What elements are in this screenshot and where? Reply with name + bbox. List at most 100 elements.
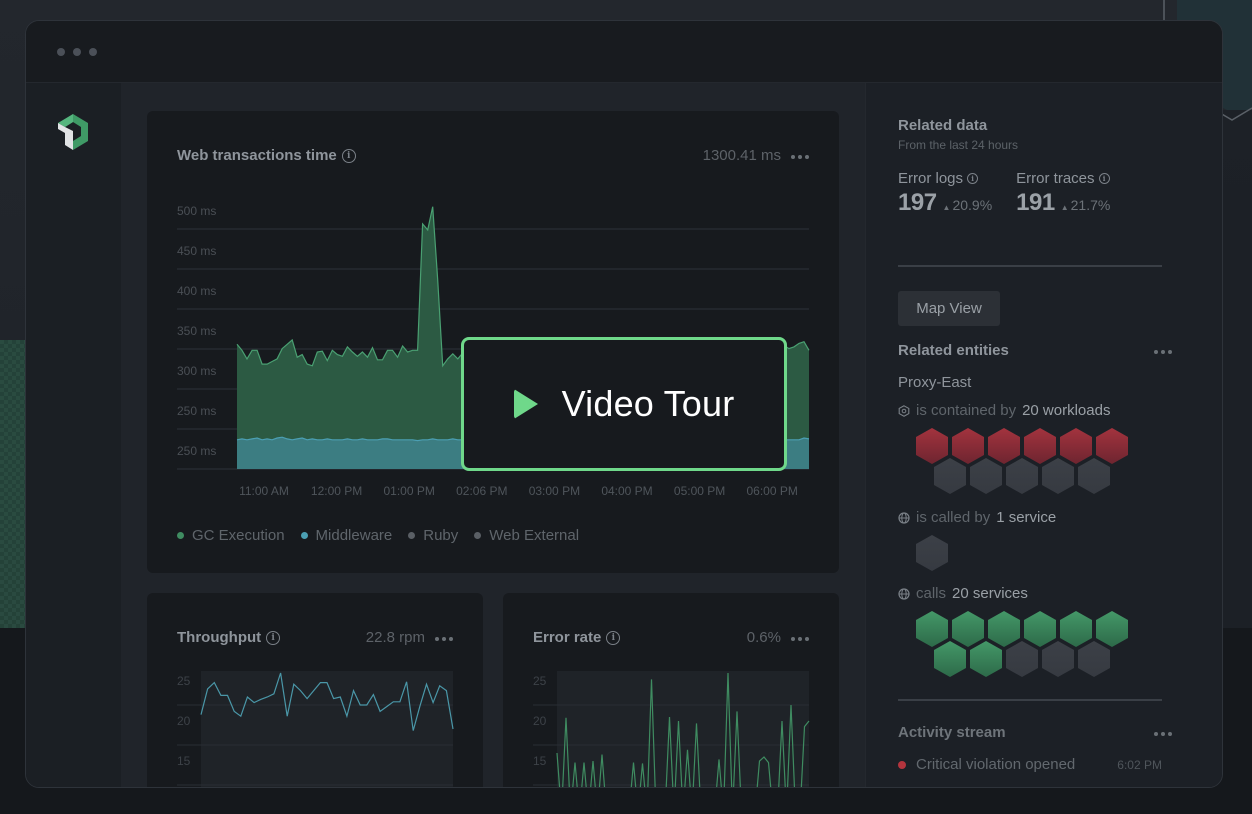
entity-hex-neutral[interactable] <box>1078 458 1110 494</box>
plot-background <box>201 671 453 787</box>
x-tick-label: 02:06 PM <box>456 484 507 498</box>
entity-hex-neutral[interactable] <box>970 458 1002 494</box>
related-entities-section: Related entities <box>898 342 1162 359</box>
globe-icon <box>898 511 910 524</box>
y-tick-label: 25 <box>533 674 547 688</box>
entity-hex-healthy[interactable] <box>970 641 1002 677</box>
activity-item[interactable]: Critical violation opened 6:02 PM Order-… <box>898 756 1162 787</box>
entity-hex-critical[interactable] <box>1060 428 1092 464</box>
relation-count[interactable]: 1 service <box>996 509 1056 526</box>
x-tick-label: 05:00 PM <box>674 484 725 498</box>
globe-icon <box>898 587 910 600</box>
y-tick-label: 15 <box>533 754 547 768</box>
y-tick-label: 400 ms <box>177 284 216 298</box>
relation-label: is called by <box>916 509 991 526</box>
entity-hex-neutral[interactable] <box>934 458 966 494</box>
activity-stream-section: Activity stream <box>898 724 1162 741</box>
plot-background <box>557 671 809 787</box>
entity-relation-0[interactable]: is contained by 20 workloads <box>898 402 1162 419</box>
divider <box>898 699 1162 701</box>
entity-hex-healthy[interactable] <box>1096 611 1128 647</box>
related-data-subtitle: From the last 24 hours <box>898 138 1019 152</box>
entity-hex-neutral[interactable] <box>1006 641 1038 677</box>
entity-hex-critical[interactable] <box>988 428 1020 464</box>
entity-name[interactable]: Proxy-East <box>898 374 1162 391</box>
window-controls[interactable] <box>57 48 97 56</box>
divider <box>898 265 1162 267</box>
related-entities-title: Related entities <box>898 342 1009 359</box>
throughput-card: Throughput i 22.8 rpm 25 20 15 <box>147 593 483 787</box>
legend-item-web-external[interactable]: Web External <box>474 527 579 544</box>
legend-dot-icon <box>474 532 482 539</box>
entity-relation-1[interactable]: is called by 1 service <box>898 509 1162 526</box>
x-tick-label: 11:00 AM <box>239 484 289 498</box>
y-tick-label: 500 ms <box>177 204 216 218</box>
metrics-row: Error logs i 197 ▲ 20.9% Error traces i 191 ▲… <box>898 170 1162 217</box>
entity-hex-healthy[interactable] <box>934 641 966 677</box>
legend-label: GC Execution <box>192 527 285 544</box>
x-tick-label: 04:00 PM <box>601 484 652 498</box>
entity-hex-healthy[interactable] <box>1060 611 1092 647</box>
logo-icon[interactable] <box>56 113 90 151</box>
metric-change: 21.7% <box>1070 197 1111 213</box>
entity-hex-neutral[interactable] <box>916 535 948 571</box>
metric-label: Error logs <box>898 170 964 187</box>
map-view-button[interactable]: Map View <box>898 291 1000 326</box>
metric-error-logs[interactable]: Error logs i 197 ▲ 20.9% <box>898 170 992 217</box>
video-tour-button[interactable]: Video Tour <box>461 337 787 471</box>
relation-label: calls <box>916 585 947 602</box>
ellipsis-icon[interactable] <box>1154 350 1172 354</box>
y-tick-label: 350 ms <box>177 324 216 338</box>
related-data-section: Related data From the last 24 hours Erro… <box>898 117 1162 217</box>
legend-item-gc-execution[interactable]: GC Execution <box>177 527 285 544</box>
entity-hex-critical[interactable] <box>952 428 984 464</box>
entity-hex-neutral[interactable] <box>1042 641 1074 677</box>
video-tour-label: Video Tour <box>561 383 735 424</box>
hex-grid <box>916 428 1128 494</box>
entity-hex-healthy[interactable] <box>1024 611 1056 647</box>
background-pattern-right <box>1222 110 1252 628</box>
critical-status-icon <box>898 760 906 769</box>
sidebar <box>26 83 121 787</box>
entity-hex-critical[interactable] <box>916 428 948 464</box>
entity-hex-neutral[interactable] <box>1006 458 1038 494</box>
entity-hex-neutral[interactable] <box>1042 458 1074 494</box>
arrow-up-icon: ▲ <box>942 203 951 212</box>
info-icon[interactable]: i <box>1098 173 1110 184</box>
y-tick-label: 25 <box>177 674 191 688</box>
entity-hex-critical[interactable] <box>1024 428 1056 464</box>
y-tick-label: 20 <box>533 714 547 728</box>
entity-hex-healthy[interactable] <box>952 611 984 647</box>
legend-dot-icon <box>300 532 308 539</box>
legend-dot-icon <box>177 532 184 539</box>
entity-hex-healthy[interactable] <box>988 611 1020 647</box>
info-icon[interactable]: i <box>967 173 979 184</box>
legend-item-ruby[interactable]: Ruby <box>408 527 458 544</box>
y-tick-label: 15 <box>177 754 191 768</box>
y-tick-label: 20 <box>177 714 191 728</box>
metric-value: 191 <box>1016 189 1055 216</box>
legend-label: Web External <box>489 527 580 544</box>
related-data-title: Related data <box>898 117 988 134</box>
relation-label: is contained by <box>916 402 1017 419</box>
metric-error-traces[interactable]: Error traces i 191 ▲ 21.7% <box>1016 170 1110 217</box>
y-tick-label: 450 ms <box>177 244 216 258</box>
legend-dot-icon <box>408 532 416 539</box>
legend-item-middleware[interactable]: Middleware <box>300 527 392 544</box>
entity-hex-critical[interactable] <box>1096 428 1128 464</box>
y-tick-label: 300 ms <box>177 364 216 378</box>
entity-relation-2[interactable]: calls 20 services <box>898 585 1162 602</box>
activity-entity[interactable]: Order-Composer <box>918 785 1162 787</box>
ellipsis-icon[interactable] <box>1154 732 1172 736</box>
metric-value: 197 <box>898 189 937 216</box>
x-tick-label: 01:00 PM <box>384 484 435 498</box>
play-icon <box>513 389 538 419</box>
x-tick-label: 03:00 PM <box>529 484 580 498</box>
x-tick-label: 12:00 PM <box>311 484 362 498</box>
related-panel: Related data From the last 24 hours Erro… <box>865 83 1222 787</box>
entity-hex-healthy[interactable] <box>916 611 948 647</box>
relation-count[interactable]: 20 services <box>952 585 1028 602</box>
entity-hex-neutral[interactable] <box>1078 641 1110 677</box>
x-tick-label: 06:00 PM <box>747 484 798 498</box>
relation-count[interactable]: 20 workloads <box>1022 402 1110 419</box>
